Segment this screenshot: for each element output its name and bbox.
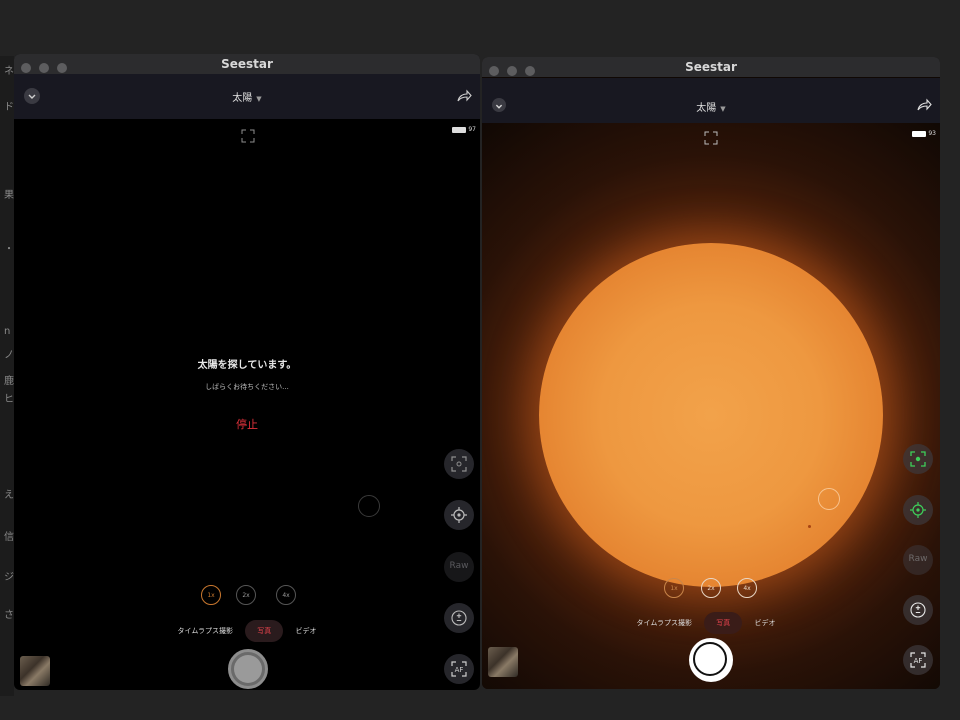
caret-down-icon: ▼ (720, 105, 726, 113)
seestar-window-left: Seestar 太陽 ▼ 97 太陽を探しています。 しばらくお待ちください...… (14, 54, 480, 690)
bg-text: ノ (4, 350, 14, 361)
shutter-button[interactable] (228, 649, 268, 689)
share-icon[interactable] (456, 88, 472, 108)
zoom-window-button[interactable] (525, 66, 535, 76)
autofocus-button[interactable]: AF (903, 645, 933, 675)
target-selector[interactable]: 太陽 ▼ (482, 99, 940, 114)
battery-indicator: 97 (452, 126, 476, 133)
shutter-ring (693, 642, 727, 676)
bg-text: 信 (4, 532, 14, 543)
target-label: 太陽 (232, 93, 253, 104)
seestar-window-right: Seestar 太陽 ▼ 93 Raw AF 1x 2x 4x タイムラプス撮影 … (482, 57, 940, 689)
minimize-window-button[interactable] (507, 66, 517, 76)
mode-video[interactable]: ビデオ (295, 626, 316, 636)
sun-disc (539, 243, 883, 587)
zoom-window-button[interactable] (57, 63, 67, 73)
mode-photo[interactable]: 写真 (245, 620, 284, 642)
bg-text: 果 (4, 190, 14, 201)
svg-text:AF: AF (914, 657, 923, 665)
app-header: 太陽 ▼ (14, 74, 480, 119)
background-app-fragment: ネ ド 果 ・ n ノ 鹿 ヒ え 信 ジ さ (0, 56, 14, 696)
battery-icon (452, 126, 467, 133)
battery-indicator: 93 (912, 130, 936, 137)
focus-reticle (818, 488, 840, 510)
gallery-thumbnail[interactable] (488, 647, 518, 677)
zoom-2x[interactable]: 2x (236, 585, 256, 605)
window-title: Seestar (221, 57, 273, 71)
close-window-button[interactable] (21, 63, 31, 73)
title-bar[interactable]: Seestar (482, 57, 940, 77)
share-icon[interactable] (916, 97, 932, 117)
bg-text: ド (4, 102, 14, 113)
fullscreen-icon[interactable] (704, 130, 718, 149)
minimize-window-button[interactable] (39, 63, 49, 73)
battery-level: 97 (468, 126, 476, 133)
zoom-1x[interactable]: 1x (664, 578, 684, 598)
bg-text: n (4, 326, 11, 337)
zoom-4x[interactable]: 4x (737, 578, 757, 598)
bg-text: え (4, 490, 14, 501)
autofocus-button[interactable]: AF (444, 654, 474, 684)
caret-down-icon: ▼ (256, 95, 262, 103)
crosshair-button[interactable] (444, 500, 474, 530)
window-title: Seestar (685, 60, 737, 74)
mode-timelapse[interactable]: タイムラプス撮影 (637, 618, 693, 628)
raw-toggle[interactable]: Raw (444, 552, 474, 582)
bg-text: ヒ (4, 394, 14, 405)
zoom-1x[interactable]: 1x (201, 585, 221, 605)
zoom-2x[interactable]: 2x (701, 578, 721, 598)
searching-title: 太陽を探しています。 (197, 360, 297, 371)
svg-text:AF: AF (455, 666, 464, 674)
raw-toggle[interactable]: Raw (903, 545, 933, 575)
target-selector[interactable]: 太陽 ▼ (14, 89, 480, 104)
gallery-thumbnail[interactable] (20, 656, 50, 686)
bg-text: ・ (4, 244, 14, 255)
focus-reticle (358, 495, 380, 517)
mode-video[interactable]: ビデオ (754, 618, 775, 628)
searching-subtitle: しばらくお待ちください... (205, 383, 289, 391)
bg-text: ジ (4, 572, 14, 583)
mode-timelapse[interactable]: タイムラプス撮影 (178, 626, 234, 636)
battery-icon (912, 130, 927, 137)
raw-label: Raw (449, 561, 469, 571)
close-window-button[interactable] (489, 66, 499, 76)
title-bar[interactable]: Seestar (14, 54, 480, 74)
crosshair-button[interactable] (903, 495, 933, 525)
stop-button[interactable]: 停止 (14, 416, 480, 432)
plate-solve-button[interactable] (444, 449, 474, 479)
raw-label: Raw (908, 554, 928, 564)
plate-solve-button[interactable] (903, 444, 933, 474)
sunspot (808, 525, 811, 528)
bg-text: 鹿 (4, 376, 14, 387)
mode-photo[interactable]: 写真 (704, 612, 743, 634)
app-header: 太陽 ▼ (482, 78, 940, 123)
zoom-4x[interactable]: 4x (276, 585, 296, 605)
shutter-button[interactable] (691, 640, 731, 680)
bg-text: さ (4, 610, 14, 621)
target-label: 太陽 (696, 103, 717, 114)
bg-text: ネ (4, 66, 14, 77)
capture-mode-selector: タイムラプス撮影 写真 ビデオ (14, 620, 480, 642)
fullscreen-icon[interactable] (241, 128, 255, 147)
shutter-inner (234, 655, 262, 683)
battery-level: 93 (928, 130, 936, 137)
capture-mode-selector: タイムラプス撮影 写真 ビデオ (482, 612, 940, 634)
